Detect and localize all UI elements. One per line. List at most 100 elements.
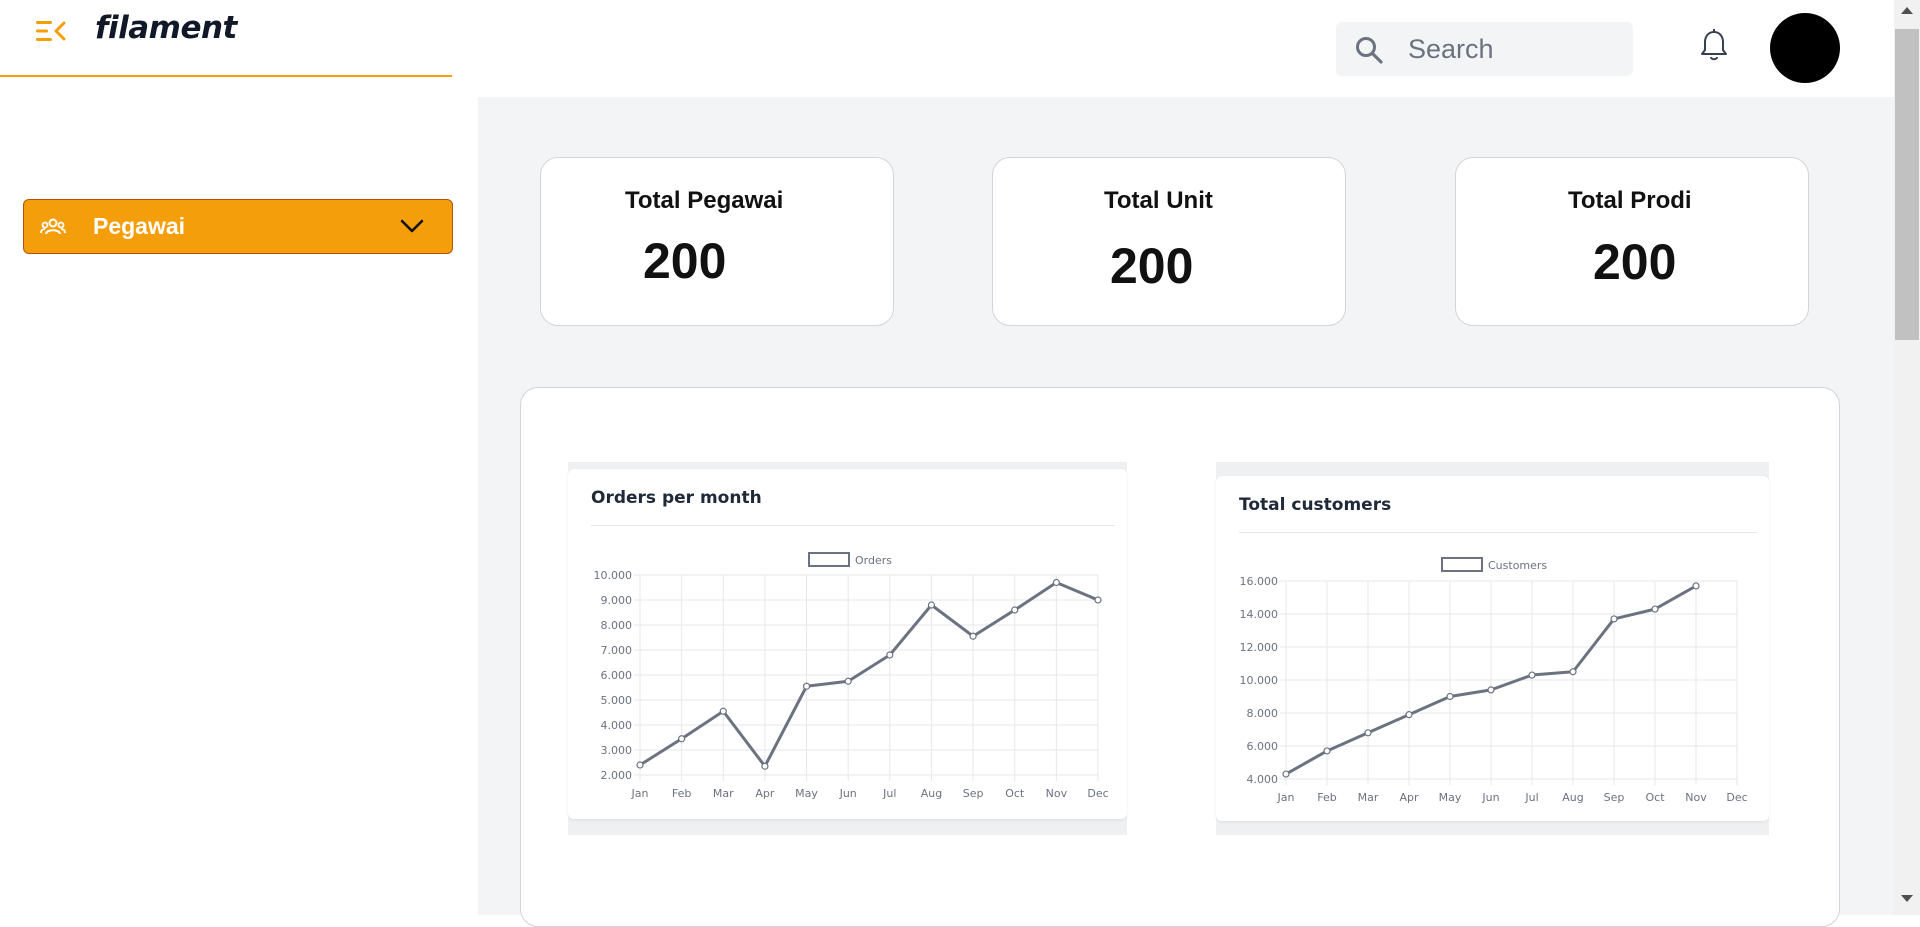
series-line	[639, 581, 1099, 768]
y-tick-label: 12.000	[1240, 641, 1279, 654]
search-input[interactable]	[1408, 32, 1618, 66]
stat-card-title: Total Prodi	[1568, 187, 1692, 214]
y-tick-label: 9.000	[601, 594, 633, 607]
vertical-scrollbar[interactable]	[1894, 0, 1920, 915]
data-point	[678, 735, 686, 743]
orders-line-chart: Orders 2.000 3.000 4.000 5.000 6.000 7.000 8.00…	[594, 552, 1109, 800]
stat-card-total-prodi: Total Prodi 200	[1455, 157, 1809, 326]
brand-row: filament	[0, 0, 452, 77]
x-tick-label: Jun	[1481, 791, 1499, 804]
notification-bell-icon[interactable]	[1698, 28, 1730, 64]
brand-logo[interactable]: filament	[95, 10, 237, 46]
x-tick-label: Apr	[1399, 791, 1419, 804]
x-tick-label: Sep	[1604, 791, 1625, 804]
x-tick-label: Oct	[1645, 791, 1665, 804]
stat-card-total-unit: Total Unit 200	[992, 157, 1346, 326]
data-point	[636, 761, 644, 769]
data-point	[844, 677, 852, 685]
orders-chart-widget: Orders per month Orders 2.000 3.000 4.000 5.…	[568, 462, 1127, 835]
data-point	[1569, 668, 1577, 676]
y-tick-label: 6.000	[1247, 740, 1279, 753]
customers-chart-widget: Total customers Customers 4.000 6.000 8.000…	[1216, 462, 1769, 835]
data-point	[1487, 686, 1495, 694]
x-tick-label: Feb	[1317, 791, 1336, 804]
scroll-up-icon[interactable]	[1900, 4, 1914, 16]
x-tick-label: Dec	[1726, 791, 1747, 804]
y-tick-label: 7.000	[601, 644, 633, 657]
legend-swatch	[1441, 557, 1483, 572]
customers-chart-card: Total customers Customers 4.000 6.000 8.000…	[1216, 476, 1769, 821]
y-tick-label: 8.000	[601, 619, 633, 632]
collapse-menu-icon[interactable]	[36, 18, 66, 44]
x-tick-label: May	[1439, 791, 1462, 804]
y-tick-label: 4.000	[1247, 773, 1279, 786]
data-point	[1282, 770, 1290, 778]
y-tick-label: 10.000	[1240, 674, 1279, 687]
x-tick-label: Mar	[1358, 791, 1379, 804]
orders-chart-card: Orders per month Orders 2.000 3.000 4.000 5.…	[568, 469, 1127, 819]
stat-card-value: 200	[1593, 234, 1677, 290]
x-tick-label: Jan	[631, 787, 649, 800]
sidebar-item-pegawai[interactable]: Pegawai	[23, 199, 453, 254]
x-tick-label: Dec	[1087, 787, 1108, 800]
y-tick-label: 2.000	[601, 769, 633, 782]
x-tick-label: Sep	[963, 787, 984, 800]
data-point	[1405, 711, 1413, 719]
data-point	[1446, 692, 1454, 701]
y-tick-label: 3.000	[601, 744, 633, 757]
stat-card-title: Total Pegawai	[625, 187, 784, 214]
search-icon	[1356, 37, 1383, 64]
stat-card-value: 200	[643, 233, 727, 289]
data-point	[802, 682, 811, 690]
x-tick-label: Apr	[755, 787, 775, 800]
scrollbar-thumb[interactable]	[1895, 29, 1919, 340]
data-point	[1052, 578, 1060, 587]
x-tick-label: Jul	[1524, 791, 1538, 804]
data-point	[969, 632, 977, 640]
stat-card-total-pegawai: Total Pegawai 200	[540, 157, 894, 326]
x-tick-label: Aug	[1562, 791, 1583, 804]
data-point	[1364, 729, 1372, 737]
data-point	[1323, 747, 1331, 755]
x-tick-label: Aug	[921, 787, 942, 800]
legend-label: Customers	[1488, 559, 1547, 572]
x-tick-label: Nov	[1046, 787, 1068, 800]
y-tick-label: 16.000	[1240, 575, 1279, 588]
y-tick-label: 10.000	[594, 569, 633, 582]
x-tick-label: Jan	[1277, 791, 1295, 804]
x-tick-label: Oct	[1005, 787, 1025, 800]
data-point	[1692, 582, 1700, 590]
scroll-down-icon[interactable]	[1900, 893, 1914, 905]
y-tick-label: 6.000	[601, 669, 633, 682]
x-tick-label: Nov	[1685, 791, 1707, 804]
customers-line-chart: Customers 4.000 6.000 8.000 10.000 12.000 14.0…	[1240, 557, 1748, 804]
y-tick-label: 8.000	[1247, 707, 1279, 720]
data-point	[927, 601, 936, 609]
users-icon	[40, 218, 66, 235]
x-tick-label: Jul	[882, 787, 896, 800]
data-point	[1528, 671, 1536, 679]
data-point	[1011, 606, 1019, 614]
chevron-down-icon[interactable]	[399, 215, 425, 237]
sidebar: filament Pegawai	[0, 0, 478, 915]
x-tick-label: Mar	[713, 787, 734, 800]
stat-card-value: 200	[1110, 238, 1194, 294]
y-tick-label: 5.000	[601, 694, 633, 707]
legend-swatch	[808, 552, 850, 567]
data-point	[1610, 615, 1618, 623]
data-point	[719, 707, 727, 715]
user-avatar[interactable]	[1770, 13, 1840, 83]
x-tick-label: May	[795, 787, 818, 800]
sidebar-item-label: Pegawai	[93, 213, 186, 239]
data-point	[886, 651, 894, 659]
x-tick-label: Jun	[839, 787, 857, 800]
y-tick-label: 4.000	[601, 719, 633, 732]
legend-label: Orders	[855, 554, 892, 567]
x-tick-label: Feb	[672, 787, 691, 800]
data-point	[761, 762, 769, 770]
search-box[interactable]	[1336, 22, 1633, 76]
data-point	[1094, 596, 1102, 604]
y-tick-label: 14.000	[1240, 608, 1279, 621]
data-point	[1651, 605, 1659, 613]
stat-card-title: Total Unit	[1104, 187, 1213, 214]
